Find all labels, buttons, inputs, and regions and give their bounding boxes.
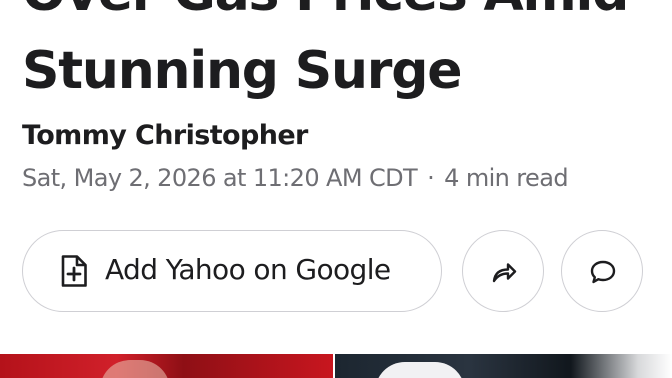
headline-line-2: Stunning Surge [22,41,463,101]
article-headline: Over Gas Prices Amid Stunning Surge [22,0,662,110]
article-hero-images [0,354,672,378]
meta-separator: · [427,164,435,192]
share-arrow-icon [492,263,517,283]
add-yahoo-on-google-label: Add Yahoo on Google [105,253,391,286]
comment-bubble-icon [590,260,616,284]
document-plus-icon [61,255,87,287]
article-meta: Sat, May 2, 2026 at 11:20 AM CDT · 4 min r… [22,164,569,192]
publish-date: Sat, May 2, 2026 at 11:20 AM CDT [22,164,418,192]
hero-image-left [0,354,333,378]
headline-line-1: Over Gas Prices Amid [22,0,662,32]
comment-button[interactable] [561,230,643,312]
add-yahoo-on-google-button[interactable]: Add Yahoo on Google [22,230,442,312]
share-button[interactable] [462,230,544,312]
read-time: 4 min read [444,164,568,192]
hero-image-right [335,354,672,378]
author-name[interactable]: Tommy Christopher [22,120,308,151]
